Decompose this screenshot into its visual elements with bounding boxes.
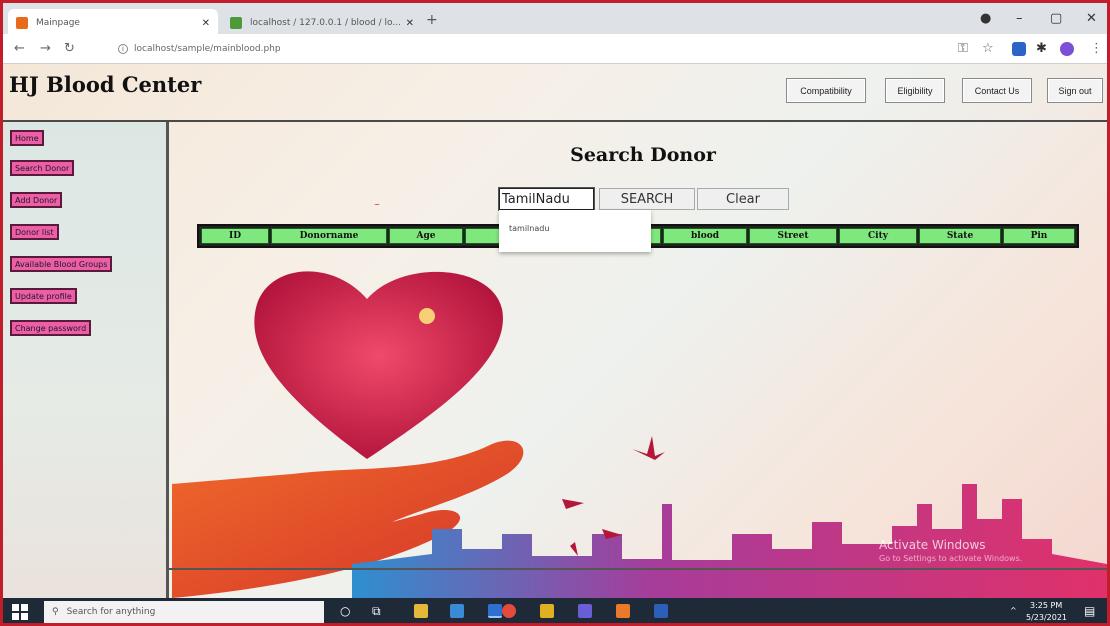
chrome-icon[interactable]	[502, 604, 516, 618]
column-header-id: ID	[201, 228, 269, 244]
task-view-icon[interactable]: ⧉	[372, 604, 381, 619]
sidebar-item-available-blood-groups[interactable]: Available Blood Groups	[10, 256, 113, 272]
sidebar-item-add-donor[interactable]: Add Donor	[10, 192, 63, 208]
maximize-icon[interactable]: ▢	[1050, 11, 1062, 26]
windows-start-icon[interactable]	[12, 604, 28, 620]
browser-tab-inactive[interactable]: localhost / 127.0.0.1 / blood / lo... ✕	[222, 9, 422, 37]
search-icon: ⚲	[52, 607, 59, 617]
sidebar: Home Search Donor Add Donor Donor list A…	[3, 122, 169, 598]
browser-tab-title: Mainpage	[36, 18, 80, 28]
sign-out-button[interactable]: Sign out	[1047, 78, 1103, 103]
extension-icon[interactable]	[1012, 42, 1026, 56]
sidebar-item-update-profile[interactable]: Update profile	[10, 288, 77, 304]
site-title: HJ Blood Center	[9, 72, 202, 97]
url-text: localhost/sample/mainblood.php	[134, 44, 281, 54]
taskbar-search-box[interactable]: ⚲ Search for anything	[44, 601, 324, 623]
file-explorer-icon[interactable]	[414, 604, 428, 618]
column-header-state: State	[919, 228, 1001, 244]
column-header-donorname: Donorname	[271, 228, 387, 244]
column-header-street: Street	[749, 228, 837, 244]
url-bar[interactable]: i localhost/sample/mainblood.php	[118, 39, 938, 59]
menu-kebab-icon[interactable]: ⋮	[1090, 41, 1103, 56]
close-window-icon[interactable]: ✕	[1086, 11, 1097, 26]
close-tab-icon[interactable]: ✕	[202, 18, 210, 29]
eligibility-button[interactable]: Eligibility	[885, 78, 945, 103]
clock-time: 3:25 PM	[1030, 601, 1063, 610]
taskbar-search-placeholder: Search for anything	[66, 607, 156, 617]
forward-icon[interactable]: →	[40, 41, 51, 56]
clock-date: 5/23/2021	[1026, 613, 1068, 622]
autocomplete-dropdown: tamilnadu	[499, 210, 651, 252]
back-icon[interactable]: ←	[14, 41, 25, 56]
puzzle-extensions-icon[interactable]: ✱	[1036, 41, 1047, 56]
contact-us-button[interactable]: Contact Us	[962, 78, 1032, 103]
word-icon[interactable]	[654, 604, 668, 618]
phpmyadmin-favicon-icon	[230, 17, 242, 29]
store-icon[interactable]	[450, 604, 464, 618]
app-icon[interactable]	[616, 604, 630, 618]
cortana-icon[interactable]: ○	[340, 604, 350, 618]
sidebar-item-search-donor[interactable]: Search Donor	[10, 160, 75, 176]
record-icon[interactable]: ●	[980, 11, 991, 26]
activate-windows-subtext: Go to Settings to activate Windows.	[879, 554, 1023, 563]
teams-icon[interactable]	[578, 604, 592, 618]
reload-icon[interactable]: ↻	[64, 41, 75, 56]
activate-windows-watermark: Activate Windows	[879, 538, 986, 552]
address-bar-row: ← → ↻ i localhost/sample/mainblood.php ⚿…	[0, 34, 1110, 64]
autocomplete-option[interactable]: tamilnadu	[509, 224, 651, 233]
search-input[interactable]	[498, 187, 595, 211]
xampp-icon[interactable]	[540, 604, 554, 618]
site-info-icon[interactable]: i	[118, 44, 128, 54]
page-content: HJ Blood Center Compatibility Eligibilit…	[3, 64, 1107, 598]
compatibility-button[interactable]: Compatibility	[786, 78, 866, 103]
clear-button[interactable]: Clear	[697, 188, 789, 210]
sidebar-item-change-password[interactable]: Change password	[10, 320, 92, 336]
column-header-age: Age	[389, 228, 463, 244]
system-tray-chevron-icon[interactable]: ^	[1010, 606, 1017, 615]
browser-tab-active[interactable]: Mainpage ✕	[8, 9, 218, 37]
windows-taskbar: ⚲ Search for anything ○ ⧉ ^ 3:25 PM 5/23…	[0, 598, 1110, 626]
content-bottom-divider	[169, 568, 1107, 570]
sidebar-item-home[interactable]: Home	[10, 130, 44, 146]
column-header-pin: Pin	[1003, 228, 1075, 244]
browser-tab-title: localhost / 127.0.0.1 / blood / lo...	[250, 18, 401, 28]
page-favicon-icon	[16, 17, 28, 29]
column-header-city: City	[839, 228, 917, 244]
search-donor-heading: Search Donor	[570, 144, 716, 166]
edge-icon[interactable]	[488, 604, 502, 618]
profile-avatar-icon[interactable]	[1060, 42, 1074, 56]
bookmark-star-icon[interactable]: ☆	[982, 41, 994, 56]
new-tab-icon[interactable]: +	[426, 12, 438, 28]
browser-tab-bar: Mainpage ✕ localhost / 127.0.0.1 / blood…	[0, 0, 1110, 37]
search-button[interactable]: SEARCH	[599, 188, 695, 210]
close-tab-icon[interactable]: ✕	[406, 18, 414, 29]
column-header-blood: blood	[663, 228, 747, 244]
key-icon[interactable]: ⚿	[958, 41, 968, 56]
notification-center-icon[interactable]: ▤	[1084, 604, 1095, 618]
sidebar-item-donor-list[interactable]: Donor list	[10, 224, 59, 240]
minimize-icon[interactable]: –	[1016, 11, 1023, 26]
